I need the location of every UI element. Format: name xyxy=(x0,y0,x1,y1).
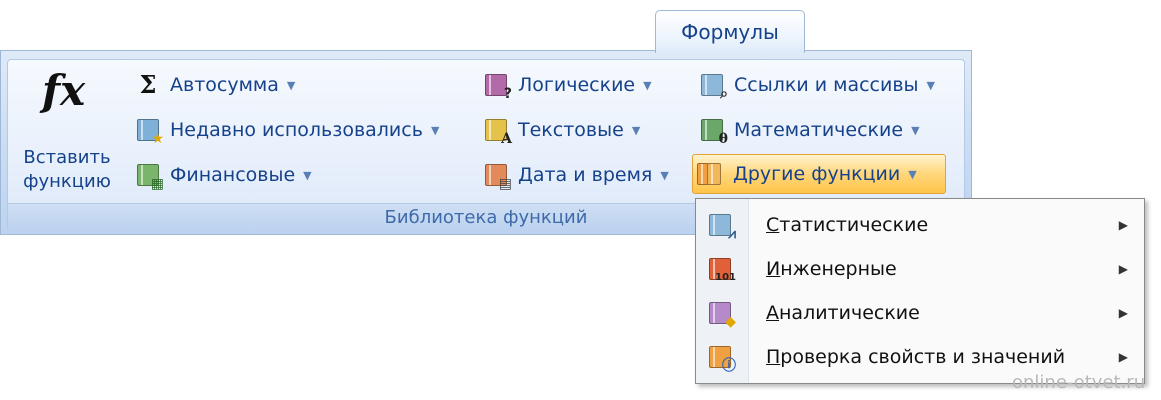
sigma-icon: Σ xyxy=(139,70,157,99)
lookup-reference-button[interactable]: ⌕ Ссылки и массивы ▼ xyxy=(694,67,939,103)
chevron-down-icon: ▼ xyxy=(926,78,935,92)
calendar-icon: ▤ xyxy=(482,161,512,191)
menu-item-cube[interactable]: ◆ Аналитические ▶ xyxy=(696,291,1144,335)
financial-icon: ▦ xyxy=(134,161,164,191)
info-icon: ⓘ xyxy=(706,343,736,373)
menu-item-engineering[interactable]: 101 Инженерные ▶ xyxy=(696,247,1144,291)
insert-function-label-line2: функцию xyxy=(23,171,111,192)
financial-button[interactable]: ▦ Финансовые ▼ xyxy=(130,157,316,193)
theta-icon: θ xyxy=(698,116,728,146)
magnifier-icon: ⌕ xyxy=(698,71,728,101)
submenu-arrow-icon: ▶ xyxy=(1118,350,1128,364)
logical-question-icon: ? xyxy=(482,71,512,101)
insert-function-button[interactable]: fx Вставить функцию xyxy=(12,60,122,195)
statistical-chart-icon: ⩘ xyxy=(706,211,736,241)
text-button[interactable]: A Текстовые ▼ xyxy=(478,112,644,148)
text-a-icon: A xyxy=(482,116,512,146)
recent-star-icon: ★ xyxy=(134,116,164,146)
financial-label: Финансовые xyxy=(170,164,296,186)
math-trig-button[interactable]: θ Математические ▼ xyxy=(694,112,924,148)
text-label: Текстовые xyxy=(518,119,624,141)
more-functions-menu: ⩘ Статистические ▶ 101 Инженерные ▶ ◆ Ан… xyxy=(695,198,1145,384)
chevron-down-icon: ▼ xyxy=(908,167,917,181)
chevron-down-icon: ▼ xyxy=(660,168,669,182)
excel-ribbon-screenshot: Формулы Библиотека функций fx Вставить ф… xyxy=(0,0,1161,400)
submenu-arrow-icon: ▶ xyxy=(1118,262,1128,276)
insert-function-label-line1: Вставить xyxy=(23,147,111,168)
logical-button[interactable]: ? Логические ▼ xyxy=(478,67,656,103)
chevron-down-icon: ▼ xyxy=(430,123,440,137)
chevron-down-icon: ▼ xyxy=(911,123,920,137)
chevron-down-icon: ▼ xyxy=(286,78,296,92)
recent-functions-button[interactable]: ★ Недавно использовались ▼ xyxy=(130,112,443,148)
more-functions-label: Другие функции xyxy=(733,163,901,185)
recent-functions-label: Недавно использовались xyxy=(170,119,423,141)
math-trig-label: Математические xyxy=(734,119,904,141)
submenu-arrow-icon: ▶ xyxy=(1118,218,1128,232)
books-icon xyxy=(697,160,725,188)
more-functions-button[interactable]: Другие функции ▼ xyxy=(692,154,946,194)
chevron-down-icon: ▼ xyxy=(303,168,312,182)
lookup-reference-label: Ссылки и массивы xyxy=(734,74,919,96)
logical-label: Логические xyxy=(518,74,636,96)
tab-formulas[interactable]: Формулы xyxy=(655,10,805,53)
datetime-button[interactable]: ▤ Дата и время ▼ xyxy=(478,157,673,193)
chevron-down-icon: ▼ xyxy=(631,123,641,137)
menu-item-statistical[interactable]: ⩘ Статистические ▶ xyxy=(696,203,1144,247)
chevron-down-icon: ▼ xyxy=(643,78,652,92)
autosum-button[interactable]: Σ Автосумма ▼ xyxy=(130,67,299,103)
engineering-101-icon: 101 xyxy=(706,255,736,283)
cube-icon: ◆ xyxy=(706,299,736,329)
fx-icon: fx xyxy=(42,66,86,115)
datetime-label: Дата и время xyxy=(518,164,653,186)
submenu-arrow-icon: ▶ xyxy=(1118,306,1128,320)
autosum-label: Автосумма xyxy=(170,74,279,96)
watermark: online-otvet.ru xyxy=(1012,372,1146,393)
